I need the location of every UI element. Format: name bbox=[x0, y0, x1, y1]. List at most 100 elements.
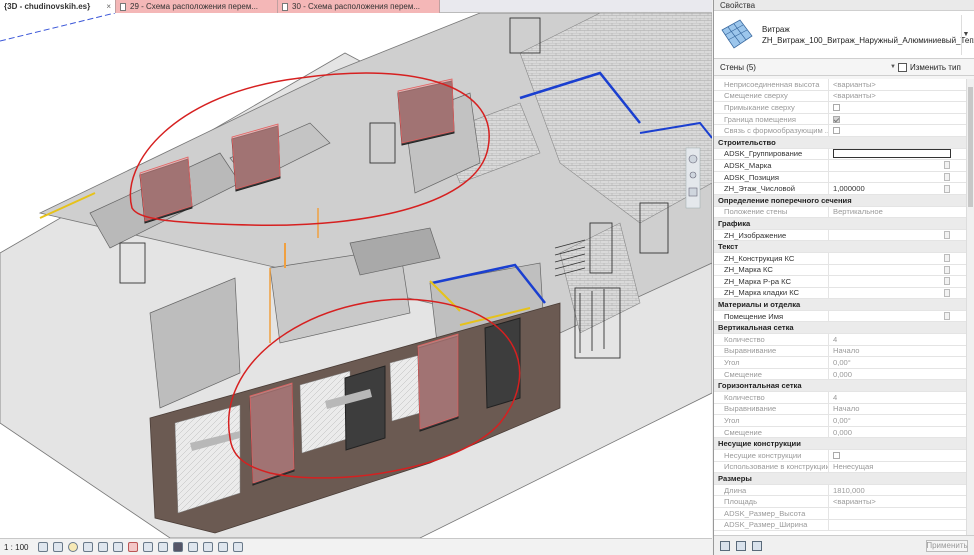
property-value-cell[interactable] bbox=[828, 264, 952, 276]
shadows-icon[interactable] bbox=[83, 542, 94, 552]
show-crop-region-icon[interactable] bbox=[128, 542, 139, 552]
property-group-header[interactable]: Текст⌃ bbox=[714, 241, 974, 253]
property-value-cell[interactable]: 0,00° bbox=[828, 415, 952, 426]
property-row[interactable]: Примыкание сверху bbox=[714, 102, 974, 114]
parameter-link-icon[interactable] bbox=[944, 312, 950, 321]
property-row[interactable]: Граница помещения bbox=[714, 113, 974, 126]
property-row[interactable]: ZH_Марка Р-ра КС bbox=[714, 276, 974, 288]
properties-help-icon[interactable] bbox=[720, 540, 730, 551]
highlight-displacement-icon[interactable] bbox=[218, 542, 229, 552]
reveal-hidden-icon[interactable] bbox=[173, 542, 184, 552]
property-value-cell[interactable] bbox=[828, 507, 952, 519]
property-checkbox[interactable] bbox=[833, 103, 840, 111]
property-value-cell[interactable] bbox=[828, 450, 952, 461]
worksharing-icon[interactable] bbox=[188, 542, 199, 552]
property-value-cell[interactable] bbox=[828, 519, 952, 531]
property-value-cell[interactable]: Вертикальное bbox=[828, 206, 952, 218]
property-row[interactable]: Смещение сверху <варианты> bbox=[714, 90, 974, 103]
parameter-link-icon[interactable] bbox=[944, 277, 950, 286]
property-value-cell[interactable] bbox=[828, 171, 952, 183]
property-value-cell[interactable] bbox=[828, 125, 952, 136]
property-value-cell[interactable]: <варианты> bbox=[828, 79, 952, 90]
property-group-header[interactable]: Графика⌃ bbox=[714, 218, 974, 230]
property-group-header[interactable]: Несущие конструкции⌃ bbox=[714, 438, 974, 450]
sun-path-icon[interactable] bbox=[68, 542, 79, 552]
property-row[interactable]: ZH_Изображение bbox=[714, 229, 974, 242]
type-selector[interactable]: Витраж ZH_Витраж_100_Витраж_Наружный_Алю… bbox=[714, 11, 974, 59]
property-row[interactable]: Положение стены Вертикальное bbox=[714, 206, 974, 219]
property-value-cell[interactable]: 4 bbox=[828, 392, 952, 403]
property-group-header[interactable]: Вертикальная сетка⌃ bbox=[714, 322, 974, 335]
property-row[interactable]: Смещение 0,000 bbox=[714, 368, 974, 381]
property-value-cell[interactable] bbox=[828, 276, 952, 287]
property-row[interactable]: Количество 4 bbox=[714, 334, 974, 346]
property-value-cell[interactable] bbox=[828, 252, 952, 264]
tab-sheet-29[interactable]: 29 - Схема расположения перем... bbox=[116, 0, 278, 13]
property-row[interactable]: Площадь <варианты> bbox=[714, 496, 974, 508]
parameter-link-icon[interactable] bbox=[944, 254, 950, 263]
property-checkbox[interactable] bbox=[833, 451, 840, 459]
apply-button[interactable]: Применить bbox=[926, 539, 968, 552]
property-checkbox[interactable] bbox=[833, 115, 840, 123]
edit-type-button[interactable]: Изменить тип bbox=[898, 62, 961, 72]
property-value-cell[interactable]: Начало bbox=[828, 403, 952, 415]
lock-3d-view-icon[interactable] bbox=[143, 542, 154, 552]
property-row[interactable]: ADSK_Группирование bbox=[714, 148, 974, 161]
property-group-header[interactable]: Строительство⌃ bbox=[714, 136, 974, 149]
property-row[interactable]: Неприсоединенная высота <варианты> bbox=[714, 79, 974, 91]
property-row[interactable]: Помещение Имя bbox=[714, 310, 974, 323]
property-value-cell[interactable] bbox=[828, 113, 952, 125]
property-row[interactable]: Угол 0,00° bbox=[714, 357, 974, 369]
property-input[interactable] bbox=[833, 149, 951, 159]
property-row[interactable]: ZH_Марка КС bbox=[714, 264, 974, 277]
property-value-cell[interactable] bbox=[828, 160, 952, 171]
property-row[interactable]: ADSK_Позиция bbox=[714, 171, 974, 184]
chevron-down-icon[interactable]: ▼ bbox=[961, 14, 970, 55]
properties-scrollbar[interactable] bbox=[966, 79, 974, 535]
property-row[interactable]: Выравнивание Начало bbox=[714, 403, 974, 416]
property-value-cell[interactable] bbox=[828, 148, 952, 160]
type-properties-icon[interactable] bbox=[736, 540, 746, 551]
parameter-link-icon[interactable] bbox=[944, 173, 950, 182]
analytical-model-icon[interactable] bbox=[203, 542, 214, 552]
property-group-header[interactable]: Определение поперечного сечения⌃ bbox=[714, 194, 974, 207]
close-icon[interactable]: × bbox=[103, 2, 111, 11]
property-row[interactable]: ZH_Марка кладки КС bbox=[714, 287, 974, 300]
property-value-cell[interactable] bbox=[828, 287, 952, 299]
property-row[interactable]: Угол 0,00° bbox=[714, 415, 974, 427]
parameter-link-icon[interactable] bbox=[944, 288, 950, 297]
temporary-hide-icon[interactable] bbox=[158, 542, 169, 552]
property-value-cell[interactable] bbox=[828, 310, 952, 322]
property-row[interactable]: ZH_Этаж_Числовой 1,000000 bbox=[714, 183, 974, 195]
parameter-link-icon[interactable] bbox=[944, 265, 950, 274]
constraints-icon[interactable] bbox=[233, 542, 244, 552]
property-value-cell[interactable]: Начало bbox=[828, 345, 952, 357]
parameter-link-icon[interactable] bbox=[944, 184, 950, 193]
property-value-cell[interactable]: 4 bbox=[828, 334, 952, 345]
3d-viewport[interactable] bbox=[0, 13, 712, 538]
detail-level-icon[interactable] bbox=[38, 542, 49, 552]
property-value-cell[interactable]: 0,000 bbox=[828, 368, 952, 380]
property-group-header[interactable]: Горизонтальная сетка⌃ bbox=[714, 380, 974, 393]
property-value-cell[interactable] bbox=[828, 229, 952, 241]
parameter-link-icon[interactable] bbox=[944, 161, 950, 170]
property-row[interactable]: ZH_Конструкция КС bbox=[714, 252, 974, 265]
property-group-header[interactable]: Размеры⌃ bbox=[714, 473, 974, 485]
property-row[interactable]: Выравнивание Начало bbox=[714, 345, 974, 358]
chevron-down-icon[interactable]: ▼ bbox=[890, 64, 898, 70]
tab-sheet-30[interactable]: 30 - Схема расположения перем... bbox=[278, 0, 440, 13]
crop-view-icon[interactable] bbox=[113, 542, 124, 552]
property-value-cell[interactable]: Ненесущая bbox=[828, 461, 952, 473]
property-row[interactable]: Смещение 0,000 bbox=[714, 426, 974, 439]
filter-icon[interactable] bbox=[752, 540, 762, 551]
property-value-cell[interactable]: 0,000 bbox=[828, 426, 952, 438]
tab-3d-view[interactable]: {3D - chudinovskih.es} × bbox=[0, 0, 116, 13]
property-value-cell[interactable]: 1,000000 bbox=[828, 183, 952, 194]
property-value-cell[interactable]: 0,00° bbox=[828, 357, 952, 368]
property-value-cell[interactable] bbox=[828, 102, 952, 113]
property-row[interactable]: ADSK_Марка bbox=[714, 160, 974, 172]
property-row[interactable]: Длина 1810,000 bbox=[714, 484, 974, 497]
property-row[interactable]: Несущие конструкции bbox=[714, 450, 974, 462]
property-group-header[interactable]: Материалы и отделка⌃ bbox=[714, 299, 974, 311]
property-row[interactable]: ADSK_Размер_Высота bbox=[714, 507, 974, 520]
